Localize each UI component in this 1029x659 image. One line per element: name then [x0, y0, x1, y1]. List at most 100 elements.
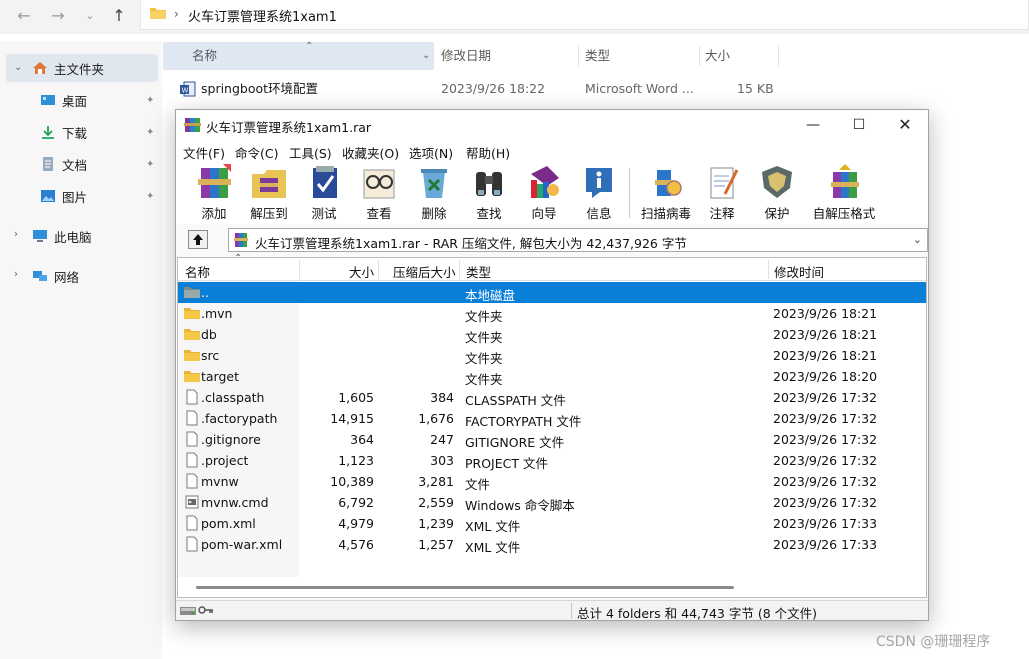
file-packed-size: 384	[430, 390, 454, 405]
table-row[interactable]: src 文件夹 2023/9/26 18:21	[178, 345, 926, 366]
pin-icon[interactable]: ✦	[146, 127, 154, 138]
pin-icon[interactable]: ✦	[146, 159, 154, 170]
table-row[interactable]: .project 1,123 303 PROJECT 文件 2023/9/26 17:3…	[178, 450, 926, 471]
chevron-right-icon[interactable]: ›	[14, 229, 18, 240]
menu-commands[interactable]: 命令(C)	[235, 143, 278, 162]
extract-to-button[interactable]: 解压到	[241, 164, 297, 222]
file-name: .project	[201, 453, 249, 468]
table-row[interactable]: db 文件夹 2023/9/26 18:21	[178, 324, 926, 345]
file-size: 15 KB	[737, 81, 774, 96]
sidebar-item-network[interactable]: › 网络	[6, 262, 158, 290]
menu-bar: 文件(F) 命令(C) 工具(S) 收藏夹(O) 选项(N) 帮助(H)	[176, 140, 928, 162]
column-header-name[interactable]: 名称 ⌃ ⌄	[163, 41, 434, 70]
menu-options[interactable]: 选项(N)	[409, 143, 453, 162]
column-header-modified[interactable]: 修改日期	[441, 42, 491, 70]
toolbar-label: 自解压格式	[812, 206, 876, 221]
table-row-parent[interactable]: .. 本地磁盘	[178, 282, 926, 303]
close-icon[interactable]: ✕	[882, 110, 928, 140]
table-row[interactable]: mvnw.cmd 6,792 2,559 Windows 命令脚本 2023/9/26 …	[178, 492, 926, 513]
column-header-size[interactable]: 大小	[705, 42, 730, 70]
maximize-icon[interactable]: ☐	[836, 110, 882, 140]
sidebar-item-downloads[interactable]: 下载 ✦	[40, 118, 158, 146]
folder-icon	[184, 308, 200, 319]
sidebar-item-documents[interactable]: 文档 ✦	[40, 150, 158, 178]
table-row[interactable]: .factorypath 14,915 1,676 FACTORYPATH 文件 202…	[178, 408, 926, 429]
view-button[interactable]: 查看	[351, 164, 407, 222]
address-bar[interactable]: › 火车订票管理系统1xam1	[140, 0, 1029, 30]
key-icon	[198, 606, 213, 614]
column-header-packed[interactable]: 压缩后大小	[393, 262, 456, 281]
table-row[interactable]: .mvn 文件夹 2023/9/26 18:21	[178, 303, 926, 324]
column-header-modified[interactable]: 修改时间	[774, 262, 824, 281]
column-divider	[768, 260, 769, 279]
table-row[interactable]: pom-war.xml 4,576 1,257 XML 文件 2023/9/26 17:…	[178, 534, 926, 555]
archive-path-combo[interactable]: 火车订票管理系统1xam1.rar - RAR 压缩文件, 解包大小为 42,4…	[228, 228, 928, 252]
title-bar[interactable]: 火车订票管理系统1xam1.rar — ☐ ✕	[176, 110, 928, 140]
menu-help[interactable]: 帮助(H)	[466, 143, 510, 162]
chevron-down-icon[interactable]: ⌄	[913, 233, 922, 246]
column-header-type[interactable]: 类型	[466, 262, 491, 281]
test-button[interactable]: 测试	[296, 164, 352, 222]
chevron-down-icon[interactable]: ⌄	[14, 62, 22, 73]
recent-chevron-icon[interactable]: ⌄	[78, 4, 102, 28]
info-button[interactable]: 信息	[571, 164, 627, 222]
file-packed-size: 303	[430, 453, 454, 468]
wizard-button[interactable]: 向导	[516, 164, 572, 222]
toolbar-label: 向导	[531, 206, 557, 221]
scan-virus-button[interactable]: 扫描病毒	[636, 164, 696, 222]
table-row[interactable]: mvnw 10,389 3,281 文件 2023/9/26 17:32	[178, 471, 926, 492]
comment-button[interactable]: 注释	[694, 164, 750, 222]
toolbar-label: 添加	[201, 206, 227, 221]
sidebar-label: 图片	[62, 189, 88, 205]
pin-icon[interactable]: ✦	[146, 191, 154, 202]
menu-favorites[interactable]: 收藏夹(O)	[342, 143, 399, 162]
menu-file[interactable]: 文件(F)	[183, 143, 225, 162]
drive-folder-icon	[184, 287, 200, 298]
file-type: 文件夹	[465, 372, 503, 387]
forward-arrow-icon[interactable]: →	[46, 4, 70, 28]
sidebar-item-home[interactable]: ⌄ 主文件夹	[6, 54, 158, 82]
minimize-icon[interactable]: —	[790, 110, 836, 140]
file-name: mvnw	[201, 474, 239, 489]
back-arrow-icon[interactable]: ←	[12, 4, 36, 28]
file-modified: 2023/9/26 18:22	[441, 81, 546, 96]
column-divider	[459, 260, 460, 279]
sidebar-item-desktop[interactable]: 桌面 ✦	[40, 86, 158, 114]
column-divider	[699, 46, 700, 66]
column-header-type[interactable]: 类型	[585, 42, 610, 70]
table-row[interactable]: .classpath 1,605 384 CLASSPATH 文件 2023/9/26 …	[178, 387, 926, 408]
sfx-button[interactable]: 自解压格式	[804, 164, 884, 222]
pin-icon[interactable]: ✦	[146, 95, 154, 106]
file-modified: 2023/9/26 17:32	[773, 390, 878, 405]
file-name: .classpath	[201, 390, 265, 405]
delete-button[interactable]: 删除	[406, 164, 462, 222]
sidebar-item-this-pc[interactable]: › 此电脑	[6, 222, 158, 250]
horizontal-scrollbar[interactable]	[196, 586, 734, 589]
column-menu-chevron-icon[interactable]: ⌄	[422, 42, 430, 70]
file-name: .factorypath	[201, 411, 278, 426]
svg-text:W: W	[182, 87, 189, 95]
file-modified: 2023/9/26 18:21	[773, 348, 878, 363]
protect-button[interactable]: 保护	[749, 164, 805, 222]
file-type: 文件夹	[465, 351, 503, 366]
toolbar-label: 扫描病毒	[640, 206, 691, 221]
column-header-name[interactable]: 名称	[185, 262, 210, 281]
file-size: 1,605	[338, 390, 374, 405]
folder-icon	[184, 329, 200, 340]
add-button[interactable]: 添加	[186, 164, 242, 222]
toolbar-label: 解压到	[250, 206, 288, 221]
table-row[interactable]: target 文件夹 2023/9/26 18:20	[178, 366, 926, 387]
table-row[interactable]: pom.xml 4,979 1,239 XML 文件 2023/9/26 17:33	[178, 513, 926, 534]
chevron-right-icon[interactable]: ›	[14, 269, 18, 280]
toolbar-label: 测试	[311, 206, 337, 221]
word-document-icon: W	[180, 81, 196, 97]
up-arrow-icon[interactable]: ↑	[107, 4, 131, 28]
table-row[interactable]: .gitignore 364 247 GITIGNORE 文件 2023/9/26 17…	[178, 429, 926, 450]
column-header-size[interactable]: 大小	[349, 262, 374, 281]
sidebar-label: 此电脑	[54, 229, 92, 245]
file-modified: 2023/9/26 17:33	[773, 516, 878, 531]
menu-tools[interactable]: 工具(S)	[289, 143, 332, 162]
find-button[interactable]: 查找	[461, 164, 517, 222]
up-folder-button[interactable]	[188, 230, 208, 249]
sidebar-item-pictures[interactable]: 图片 ✦	[40, 182, 158, 210]
